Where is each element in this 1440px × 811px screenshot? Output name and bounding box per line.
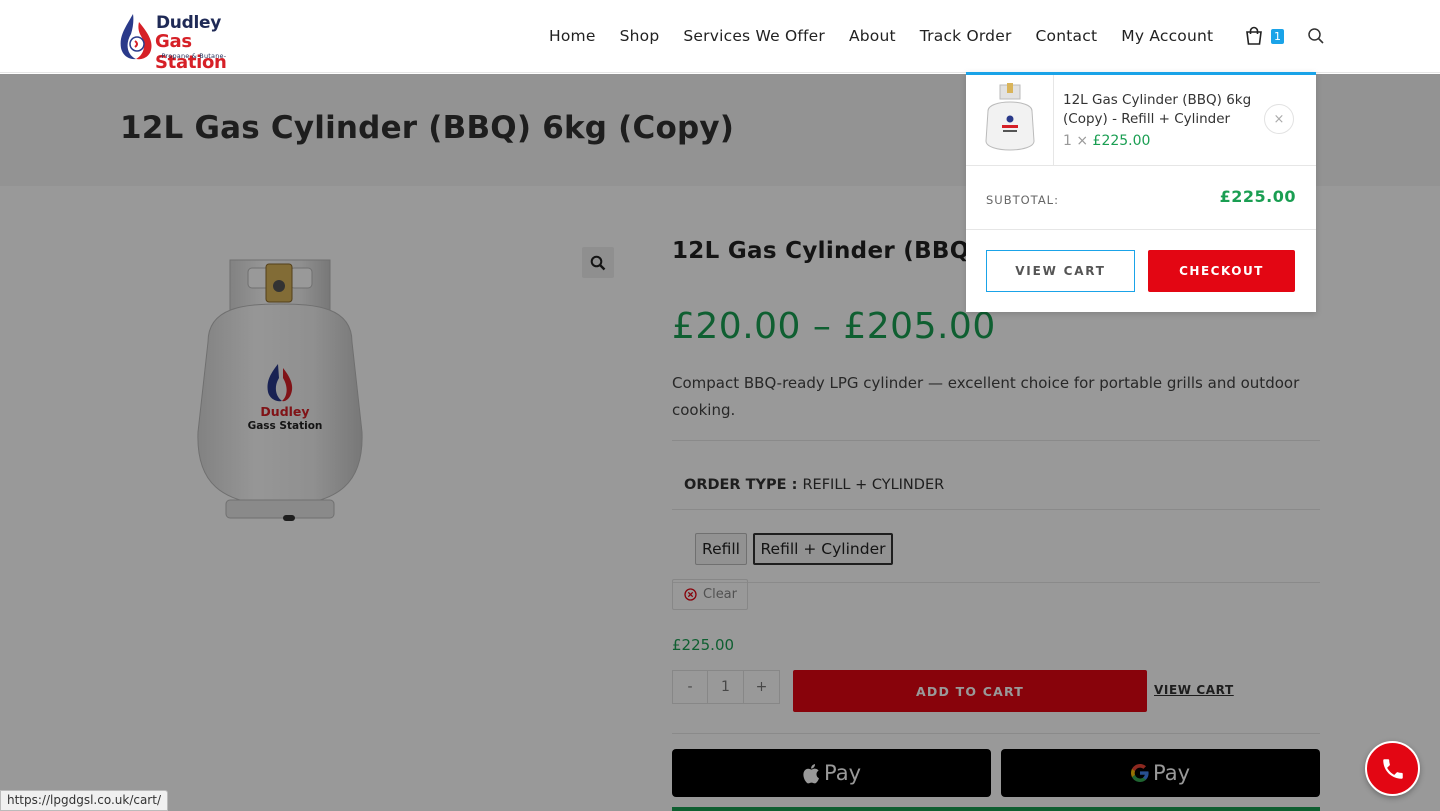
brand-name-line1: Dudley [156,13,222,33]
site-logo[interactable]: Dudley Gas Station -Propane & Butane- [119,10,259,73]
subtotal-label: SUBTOTAL: [986,193,1059,207]
phone-icon [1382,758,1403,779]
mini-cart-view-cart-button[interactable]: VIEW CART [986,250,1135,292]
status-bar-url: https://lpgdgsl.co.uk/cart/ [0,790,168,811]
mini-cart-item: 12L Gas Cylinder (BBQ) 6kg (Copy) - Refi… [966,75,1316,166]
mini-cart-item-qty: 1 × £225.00 [1063,133,1150,149]
nav-shop[interactable]: Shop [620,27,660,45]
site-header: Dudley Gas Station -Propane & Butane- Ho… [0,0,1440,73]
brand-tagline: -Propane & Butane- [159,52,227,60]
nav-home[interactable]: Home [549,27,596,45]
nav-track-order[interactable]: Track Order [920,27,1012,45]
mini-cart-thumbnail[interactable] [966,75,1054,166]
nav-about[interactable]: About [849,27,896,45]
main-nav: Home Shop Services We Offer About Track … [549,24,1237,48]
mini-cart-qty-text: 1 × [1063,133,1089,149]
mini-cart-item-price: £225.00 [1092,133,1151,149]
subtotal-value: £225.00 [1219,187,1296,206]
nav-contact[interactable]: Contact [1036,27,1098,45]
mini-cart-dropdown: 12L Gas Cylinder (BBQ) 6kg (Copy) - Refi… [966,72,1316,312]
nav-services[interactable]: Services We Offer [683,27,825,45]
cylinder-thumb-icon [985,83,1035,151]
divider [966,229,1316,230]
search-icon[interactable] [1307,27,1325,45]
call-button[interactable] [1365,741,1420,796]
mini-cart-checkout-button[interactable]: CHECKOUT [1148,250,1295,292]
nav-my-account[interactable]: My Account [1121,27,1213,45]
remove-item-button[interactable]: × [1264,104,1294,134]
cart-count-badge[interactable]: 1 [1271,29,1284,44]
flame-logo-icon [120,14,152,60]
mini-cart-item-name[interactable]: 12L Gas Cylinder (BBQ) 6kg (Copy) - Refi… [1063,91,1258,129]
